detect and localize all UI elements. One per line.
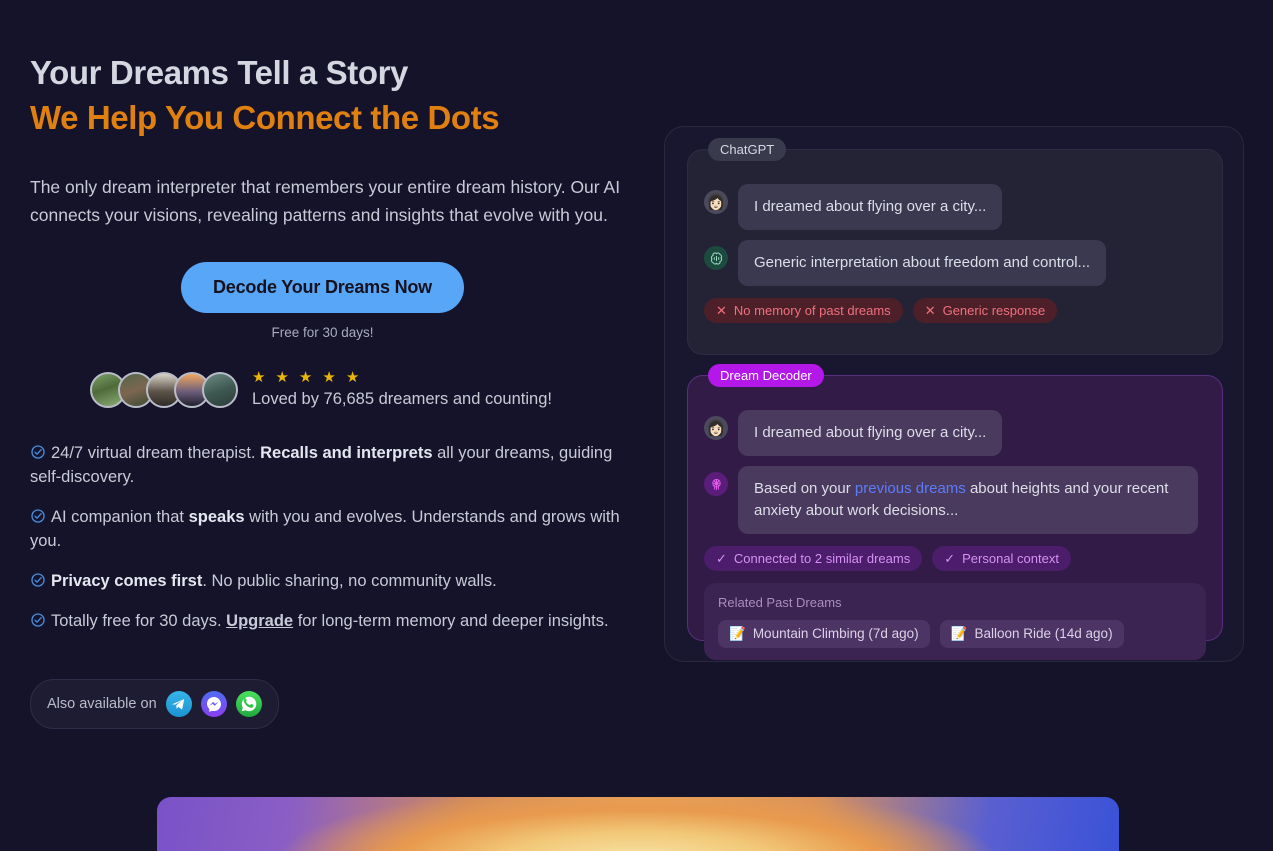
chat-message-row: 👩🏻 I dreamed about flying over a city...	[704, 410, 1206, 456]
notepad-icon: 📝	[729, 626, 746, 641]
status-badge-label: Personal context	[962, 551, 1059, 566]
feature-list: 24/7 virtual dream therapist. Recalls an…	[30, 441, 630, 633]
x-icon: ✕	[924, 303, 936, 318]
app-screenshot-preview	[157, 797, 1119, 851]
feature-item: 24/7 virtual dream therapist. Recalls an…	[30, 441, 630, 489]
avatar-group	[90, 371, 238, 408]
loved-by-text: Loved by 76,685 dreamers and counting!	[252, 390, 552, 408]
star-icon: ★	[322, 369, 336, 386]
related-dream-label: Mountain Climbing (7d ago)	[752, 626, 919, 641]
dream-decoder-comparison-card: Dream Decoder 👩🏻 I dreamed about flying …	[687, 364, 1223, 660]
telegram-icon[interactable]	[165, 691, 192, 717]
chat-bubble-user: I dreamed about flying over a city...	[738, 410, 1003, 456]
status-badge: ✕ Generic response	[912, 298, 1058, 323]
feature-item: Privacy comes first. No public sharing, …	[30, 569, 630, 593]
user-avatar: 👩🏻	[704, 190, 728, 214]
chatgpt-comparison-card: ChatGPT 👩🏻 I dreamed about flying over a…	[687, 138, 1223, 355]
dreamcatcher-icon	[704, 472, 728, 496]
related-dream-label: Balloon Ride (14d ago)	[974, 626, 1113, 641]
check-circle-icon	[30, 571, 46, 587]
check-icon: ✓	[716, 551, 727, 566]
messenger-icon[interactable]	[200, 691, 227, 717]
feature-item: AI companion that speaks with you and ev…	[30, 505, 630, 553]
rating-block: ★ ★ ★ ★ ★ Loved by 76,685 dreamers and c…	[252, 370, 552, 409]
hero-subheadline: The only dream interpreter that remember…	[30, 177, 621, 225]
avatar	[202, 371, 238, 408]
feature-text: 24/7 virtual dream therapist. Recalls an…	[30, 444, 613, 486]
status-badge-label: No memory of past dreams	[733, 303, 891, 318]
related-chip-row: 📝 Mountain Climbing (7d ago) 📝 Balloon R…	[718, 620, 1192, 648]
star-icon: ★	[252, 369, 266, 386]
dream-decoder-badge-row: ✓ Connected to 2 similar dreams ✓ Person…	[704, 546, 1206, 571]
check-circle-icon	[30, 611, 46, 627]
star-icon: ★	[275, 369, 289, 386]
chatgpt-badge-row: ✕ No memory of past dreams ✕ Generic res…	[704, 298, 1206, 323]
star-rating: ★ ★ ★ ★ ★	[252, 370, 552, 385]
headline-line-2: We Help You Connect the Dots	[30, 99, 500, 136]
openai-logo-icon	[704, 246, 728, 270]
bubble-text-before: Based on your	[754, 480, 855, 497]
social-proof: ★ ★ ★ ★ ★ Loved by 76,685 dreamers and c…	[30, 370, 645, 409]
check-icon: ✓	[944, 551, 956, 566]
x-icon: ✕	[716, 303, 727, 318]
also-available-label: Also available on	[47, 696, 157, 712]
notepad-icon: 📝	[950, 626, 968, 641]
feature-text: AI companion that speaks with you and ev…	[30, 508, 620, 550]
user-avatar: 👩🏻	[704, 416, 728, 440]
status-badge: ✕ No memory of past dreams	[704, 298, 903, 323]
headline-line-1: Your Dreams Tell a Story	[30, 54, 408, 91]
star-icon: ★	[298, 369, 313, 386]
previous-dreams-link[interactable]: previous dreams	[855, 480, 966, 497]
chatgpt-tag: ChatGPT	[708, 138, 787, 161]
chat-bubble-assistant: Based on your previous dreams about heig…	[738, 466, 1198, 534]
chat-message-row: Generic interpretation about freedom and…	[704, 240, 1206, 286]
dream-decoder-tag: Dream Decoder	[708, 364, 824, 387]
feature-text: Privacy comes first. No public sharing, …	[51, 572, 497, 590]
comparison-panel: ChatGPT 👩🏻 I dreamed about flying over a…	[664, 126, 1244, 662]
check-circle-icon	[30, 507, 46, 523]
cta-container: Decode Your Dreams Now Free for 30 days!	[30, 262, 615, 340]
feature-text: Totally free for 30 days. Upgrade for lo…	[51, 612, 609, 630]
related-past-dreams: Related Past Dreams 📝 Mountain Climbing …	[704, 583, 1206, 660]
also-available-bar: Also available on	[30, 679, 279, 729]
chat-bubble-assistant: Generic interpretation about freedom and…	[738, 240, 1107, 286]
check-circle-icon	[30, 443, 46, 459]
decode-dreams-button[interactable]: Decode Your Dreams Now	[180, 262, 464, 313]
feature-item: Totally free for 30 days. Upgrade for lo…	[30, 609, 630, 633]
status-badge: ✓ Connected to 2 similar dreams	[704, 546, 923, 571]
status-badge-label: Generic response	[942, 303, 1046, 318]
page-title: Your Dreams Tell a Story We Help You Con…	[30, 50, 645, 140]
related-dream-chip[interactable]: 📝 Mountain Climbing (7d ago)	[718, 620, 930, 648]
chat-bubble-user: I dreamed about flying over a city...	[738, 184, 1003, 230]
related-dream-chip[interactable]: 📝 Balloon Ride (14d ago)	[939, 620, 1124, 648]
status-badge: ✓ Personal context	[932, 546, 1071, 571]
star-icon: ★	[345, 369, 360, 386]
cta-subtext: Free for 30 days!	[271, 325, 374, 340]
chat-message-row: Based on your previous dreams about heig…	[704, 466, 1206, 534]
chat-message-row: 👩🏻 I dreamed about flying over a city...	[704, 184, 1206, 230]
related-past-dreams-title: Related Past Dreams	[718, 595, 842, 610]
whatsapp-icon[interactable]	[235, 691, 262, 717]
hero-section: Your Dreams Tell a Story We Help You Con…	[30, 50, 645, 729]
status-badge-label: Connected to 2 similar dreams	[733, 551, 911, 566]
